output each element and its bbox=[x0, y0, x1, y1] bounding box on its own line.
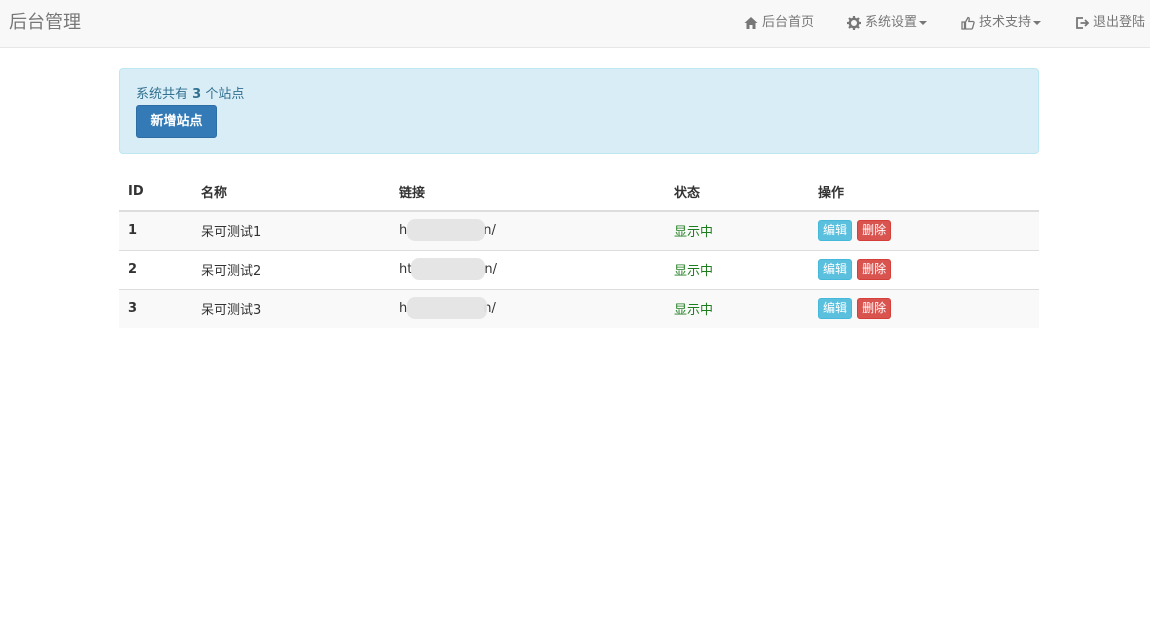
home-icon bbox=[743, 15, 759, 31]
url-start: h bbox=[399, 301, 408, 317]
logout-icon bbox=[1074, 15, 1090, 31]
nav-tech-support[interactable]: 技术支持 bbox=[960, 14, 1042, 32]
status-label: 显示中 bbox=[665, 288, 809, 328]
site-count-suffix: 个站点 bbox=[201, 87, 245, 102]
delete-button[interactable]: 删除 bbox=[857, 220, 892, 242]
table-row: 2 呆可测试2 ht n/ 显示中 编辑 删除 bbox=[119, 249, 1039, 289]
column-header-url: 链接 bbox=[390, 173, 665, 212]
site-count-alert: 系统共有 3 个站点 新增站点 bbox=[119, 68, 1039, 154]
url-end: n/ bbox=[483, 223, 496, 239]
column-header-id: ID bbox=[119, 173, 192, 212]
nav-home[interactable]: 后台首页 bbox=[743, 14, 814, 32]
row-name: 呆可测试3 bbox=[192, 288, 390, 328]
top-navbar: 后台管理 后台首页 系统设置 技术支持 退出登陆 bbox=[0, 0, 1150, 48]
nav-system-settings[interactable]: 系统设置 bbox=[846, 14, 928, 32]
redaction-blur bbox=[407, 219, 485, 242]
row-id: 3 bbox=[119, 288, 192, 328]
redaction-blur bbox=[411, 258, 485, 280]
add-site-button[interactable]: 新增站点 bbox=[136, 105, 217, 138]
chevron-down-icon bbox=[1033, 21, 1042, 25]
url-text[interactable]: h n/ bbox=[399, 219, 496, 242]
url-text[interactable]: ht n/ bbox=[399, 258, 497, 280]
row-url: h n/ bbox=[390, 210, 665, 250]
row-name: 呆可测试2 bbox=[192, 249, 390, 289]
status-label: 显示中 bbox=[665, 210, 809, 250]
redaction-blur bbox=[407, 297, 487, 320]
row-name: 呆可测试1 bbox=[192, 210, 390, 250]
url-start: h bbox=[399, 223, 408, 239]
site-count-text: 系统共有 3 个站点 bbox=[136, 86, 244, 104]
delete-button[interactable]: 删除 bbox=[857, 259, 892, 280]
url-end: n/ bbox=[484, 262, 497, 277]
column-header-status: 状态 bbox=[665, 173, 809, 212]
site-count-number: 3 bbox=[192, 87, 202, 102]
column-header-name: 名称 bbox=[192, 173, 390, 212]
table-row: 1 呆可测试1 h n/ 显示中 编辑 删除 bbox=[119, 210, 1039, 250]
nav-system-settings-label: 系统设置 bbox=[865, 15, 918, 30]
row-actions: 编辑 删除 bbox=[809, 288, 1039, 328]
chevron-down-icon bbox=[919, 21, 928, 25]
edit-button[interactable]: 编辑 bbox=[818, 220, 853, 242]
site-count-prefix: 系统共有 bbox=[136, 87, 193, 102]
sites-table: ID 名称 链接 状态 操作 1 呆可测试1 h n/ 显示中 编辑 删除 2 bbox=[119, 173, 1039, 328]
gear-icon bbox=[846, 15, 862, 31]
thumbs-up-icon bbox=[960, 15, 976, 31]
delete-button[interactable]: 删除 bbox=[857, 298, 892, 320]
nav-tech-support-label: 技术支持 bbox=[979, 15, 1032, 30]
status-label: 显示中 bbox=[665, 249, 809, 289]
edit-button[interactable]: 编辑 bbox=[818, 298, 853, 320]
nav-logout[interactable]: 退出登陆 bbox=[1074, 14, 1145, 32]
row-url: ht n/ bbox=[390, 249, 665, 289]
row-id: 1 bbox=[119, 210, 192, 250]
table-header-row: ID 名称 链接 状态 操作 bbox=[119, 173, 1039, 212]
column-header-actions: 操作 bbox=[809, 173, 1039, 212]
row-actions: 编辑 删除 bbox=[809, 210, 1039, 250]
table-row: 3 呆可测试3 h n/ 显示中 编辑 删除 bbox=[119, 288, 1039, 328]
url-text[interactable]: h n/ bbox=[399, 297, 496, 320]
nav-logout-label: 退出登陆 bbox=[1093, 15, 1146, 30]
edit-button[interactable]: 编辑 bbox=[818, 259, 853, 280]
row-id: 2 bbox=[119, 249, 192, 289]
row-actions: 编辑 删除 bbox=[809, 249, 1039, 289]
row-url: h n/ bbox=[390, 288, 665, 328]
brand-title[interactable]: 后台管理 bbox=[9, 11, 81, 35]
nav-home-label: 后台首页 bbox=[762, 15, 815, 30]
